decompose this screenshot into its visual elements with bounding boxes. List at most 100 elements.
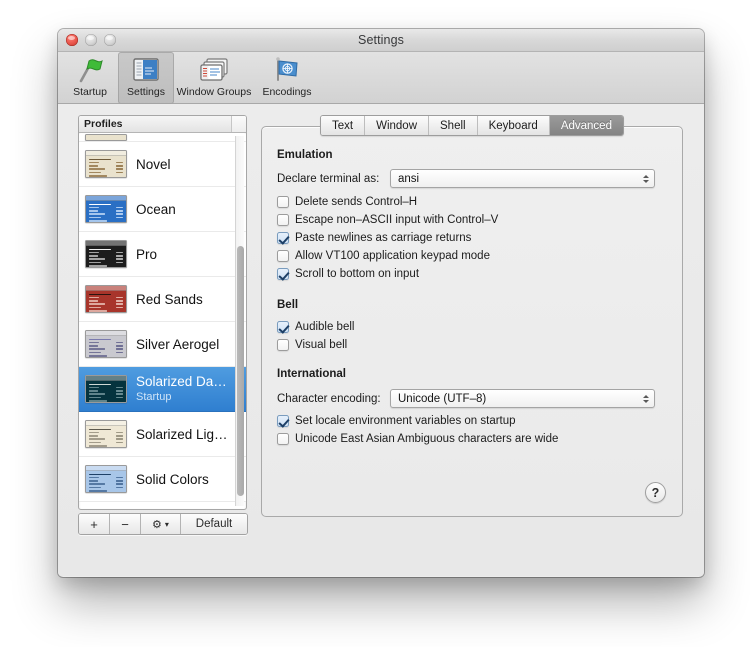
tab-shell[interactable]: Shell [429, 116, 478, 135]
list-item[interactable]: Solarized Lig… [79, 412, 246, 457]
toolbar-item-encodings[interactable]: Encodings [254, 52, 320, 104]
character-encoding-label: Character encoding: [277, 393, 381, 405]
checkbox-label: Delete sends Control–H [295, 196, 418, 208]
section-title-emulation: Emulation [277, 149, 333, 161]
toolbar-label-startup: Startup [73, 86, 107, 98]
toolbar-label-window-groups: Window Groups [176, 86, 252, 98]
profiles-action-bar: + − ⚙ ▾ Default [78, 513, 248, 535]
profiles-list[interactable]: Novel Ocean Pro Red Sands Silver Aerogel Sola… [79, 134, 246, 509]
list-item[interactable]: Solarized Da… Startup [79, 367, 246, 412]
profile-startup-badge: Startup [136, 391, 172, 403]
profile-thumbnail [85, 195, 127, 223]
toolbar-item-window-groups[interactable]: Window Groups [174, 52, 254, 104]
checkbox-box [277, 250, 289, 262]
checkbox-box [277, 196, 289, 208]
set-default-button[interactable]: Default [181, 514, 247, 534]
toolbar-item-settings[interactable]: Settings [118, 52, 174, 104]
checkbox-paste-newlines[interactable]: Paste newlines as carriage returns [277, 232, 471, 244]
tab-window[interactable]: Window [365, 116, 430, 135]
checkbox-east-asian-ambiguous[interactable]: Unicode East Asian Ambiguous characters … [277, 433, 558, 445]
profile-thumbnail [85, 240, 127, 268]
list-item[interactable]: Red Sands [79, 277, 246, 322]
help-button[interactable]: ? [645, 482, 666, 503]
zoom-button-icon[interactable] [104, 34, 116, 46]
profile-actions-button[interactable]: ⚙ ▾ [141, 514, 181, 534]
remove-profile-button[interactable]: − [110, 514, 141, 534]
checkbox-audible-bell[interactable]: Audible bell [277, 321, 354, 333]
checkbox-box [277, 232, 289, 244]
popup-stepper-icon [637, 394, 654, 403]
list-item[interactable]: Pro [79, 232, 246, 277]
list-item[interactable]: Novel [79, 142, 246, 187]
profile-name: Pro [136, 246, 158, 262]
profiles-scrollbar-thumb[interactable] [237, 246, 244, 496]
checkbox-set-locale-vars[interactable]: Set locale environment variables on star… [277, 415, 516, 427]
toolbar-item-startup[interactable]: Startup [62, 52, 118, 104]
checkbox-label: Paste newlines as carriage returns [295, 232, 472, 244]
toolbar-label-encodings: Encodings [262, 86, 312, 98]
checkbox-visual-bell[interactable]: Visual bell [277, 339, 347, 351]
profiles-header: Profiles [79, 116, 246, 133]
flag-icon [75, 55, 105, 85]
profile-name: Red Sands [136, 291, 203, 307]
profile-thumbnail [85, 150, 127, 178]
tab-advanced[interactable]: Advanced [549, 116, 623, 135]
profile-thumbnail [85, 285, 127, 313]
profile-name: Ocean [136, 201, 176, 217]
profile-thumbnail [85, 420, 127, 448]
add-profile-button[interactable]: + [79, 514, 110, 534]
window-stack-icon [198, 55, 230, 85]
character-encoding-popup[interactable]: Unicode (UTF–8) [390, 389, 655, 408]
checkbox-scroll-to-bottom[interactable]: Scroll to bottom on input [277, 268, 419, 280]
profile-name: Solid Colors [136, 471, 209, 487]
profile-name: Novel [136, 156, 171, 172]
advanced-settings-panel: Emulation Declare terminal as: ansi Dele… [261, 126, 683, 517]
close-button-icon[interactable] [66, 34, 78, 46]
checkbox-box [277, 214, 289, 226]
un-flag-icon [272, 55, 302, 85]
checkbox-label: Allow VT100 application keypad mode [295, 250, 490, 262]
section-title-international: International [277, 368, 347, 380]
section-title-bell: Bell [277, 299, 299, 311]
checkbox-box [277, 268, 289, 280]
list-item[interactable]: Silver Aerogel [79, 322, 246, 367]
traffic-light-group [66, 34, 116, 46]
profile-thumbnail [85, 465, 127, 493]
checkbox-box [277, 433, 289, 445]
list-item-partial[interactable] [79, 134, 246, 142]
declare-terminal-value: ansi [398, 172, 420, 185]
window-title: Settings [358, 33, 404, 47]
tab-keyboard[interactable]: Keyboard [477, 116, 550, 135]
main-toolbar: Startup Settings Window Groups Encodings [58, 52, 704, 104]
checkbox-label: Scroll to bottom on input [295, 268, 420, 280]
profile-name: Solarized Lig… [136, 426, 228, 442]
profile-thumbnail [85, 375, 127, 403]
checkbox-vt100-keypad[interactable]: Allow VT100 application keypad mode [277, 250, 490, 262]
toolbar-label-settings: Settings [127, 86, 165, 98]
list-item[interactable]: Ocean [79, 187, 246, 232]
chevron-down-icon: ▾ [164, 519, 169, 529]
checkbox-label: Visual bell [295, 339, 348, 351]
profile-thumbnail [85, 330, 127, 358]
declare-terminal-popup[interactable]: ansi [390, 169, 655, 188]
window-body: Profiles Novel Ocean Pro Red Sands Silver Ae… [58, 104, 704, 576]
checkbox-box [277, 339, 289, 351]
checkbox-delete-sends-control-h[interactable]: Delete sends Control–H [277, 196, 417, 208]
profiles-scrollbar[interactable] [235, 136, 244, 506]
profile-name: Silver Aerogel [136, 336, 220, 352]
tab-bar: Text Window Shell Keyboard Advanced [261, 115, 683, 136]
checkbox-label: Escape non–ASCII input with Control–V [295, 214, 499, 226]
profiles-list-box: Profiles Novel Ocean Pro Red Sands Silver Ae… [78, 115, 247, 510]
tab-text[interactable]: Text [321, 116, 366, 135]
tab-strip: Text Window Shell Keyboard Advanced [320, 115, 624, 136]
checkbox-label: Set locale environment variables on star… [295, 415, 516, 427]
window-titlebar: Settings [58, 29, 704, 52]
checkbox-escape-non-ascii[interactable]: Escape non–ASCII input with Control–V [277, 214, 498, 226]
checkbox-box [277, 415, 289, 427]
popup-stepper-icon [637, 174, 654, 183]
list-item[interactable]: Solid Colors [79, 457, 246, 502]
minimize-button-icon[interactable] [85, 34, 97, 46]
gear-icon: ⚙ [152, 518, 162, 531]
profile-meta: Solarized Da… Startup [136, 374, 227, 404]
declare-terminal-label: Declare terminal as: [277, 173, 380, 185]
